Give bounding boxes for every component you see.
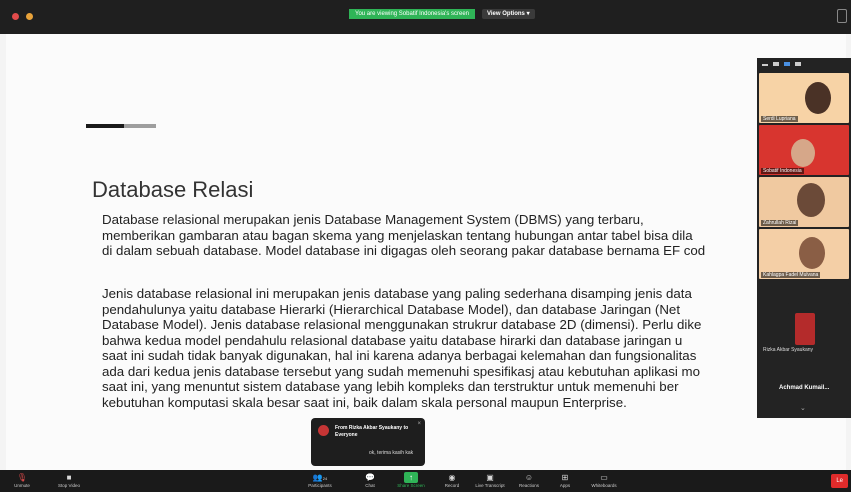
apps-button[interactable]: ⊞ Apps (545, 472, 585, 488)
stop-video-button[interactable]: ■ Stop Video (49, 472, 89, 488)
live-transcript-button[interactable]: ▣ Live Transcript (470, 472, 510, 488)
top-bar: You are viewing Sobatif Indonesia's scre… (0, 0, 851, 34)
gallery-grid-icon[interactable] (795, 62, 801, 66)
participant-video (805, 82, 831, 114)
slide-title: Database Relasi (92, 177, 254, 202)
participant-gallery: Serdi Lupriana Sobatif Indonesia Zahrull… (757, 58, 851, 418)
participant-video (797, 183, 825, 217)
slide-line: Jenis database relasional ini merupakan … (102, 286, 692, 301)
more-participants-label[interactable]: Achmad Kumail... (779, 385, 829, 391)
microphone-muted-icon: 🎙 (16, 473, 28, 482)
slide-line: di dalam sebuah database. Model database… (102, 243, 706, 258)
video-camera-icon: ■ (66, 473, 72, 482)
gallery-minimize-icon[interactable] (762, 64, 768, 66)
whiteboard-icon: ▭ (600, 473, 608, 482)
share-screen-icon: ↑ (404, 472, 418, 483)
gallery-strip-icon[interactable] (773, 62, 779, 66)
slide-line: saat ini, yang menuntut sistem database … (102, 379, 679, 394)
window-shield-icon (26, 13, 33, 20)
sender-avatar (318, 425, 329, 436)
slide-accent-gray (124, 124, 156, 128)
participants-button[interactable]: 👥24 Participants (300, 472, 340, 488)
unmute-button[interactable]: 🎙 Unmute (2, 472, 42, 488)
gallery-toolbar (757, 58, 851, 72)
slide-line: Database Model). Jenis database relasion… (102, 317, 702, 332)
participant-video (799, 237, 825, 269)
slide-paragraph-1: Database relasional merupakan jenis Data… (102, 212, 812, 259)
record-button[interactable]: ◉ Record (432, 472, 472, 488)
leave-button[interactable]: Le (831, 474, 848, 488)
window-close-control[interactable] (12, 13, 19, 20)
chat-notification[interactable]: From Rizka Akbar Syaukany to Everyone ok… (311, 418, 425, 466)
chat-message: ok, terima kasih kak (369, 450, 414, 456)
gallery-scroll-down-icon[interactable]: ⌄ (800, 404, 806, 412)
participant-tile[interactable]: Serdi Lupriana (759, 73, 849, 123)
participant-name: Sobatif Indonesia (761, 168, 804, 174)
participant-avatar (795, 313, 815, 345)
reactions-button[interactable]: ☺ Reactions (509, 472, 549, 488)
share-screen-button[interactable]: ↑ Share Screen (391, 472, 431, 488)
participant-name: Zahrullah Rizal (761, 220, 799, 226)
participants-icon: 👥24 (312, 473, 328, 482)
participant-name: Kahlagpa Fadel Mulvana (761, 272, 821, 278)
participant-tile[interactable]: Sobatif Indonesia (759, 125, 849, 175)
record-icon: ◉ (448, 473, 456, 482)
participants-count: 24 (322, 476, 328, 481)
window-resize-control[interactable] (837, 9, 847, 23)
slide-line: memberikan gambaran atau bagan skema yan… (102, 227, 693, 243)
chat-close-icon[interactable]: × (417, 421, 421, 427)
participant-tile[interactable]: Kahlagpa Fadel Mulvana (759, 229, 849, 279)
slide-line: saat ini sudah tidak banyak digunakan, h… (102, 348, 697, 363)
slide-line: bahwa kedua model pendahulu relasional d… (102, 332, 683, 348)
slide-line: Database relasional merupakan jenis Data… (102, 212, 644, 227)
slide-accent-dark (86, 124, 124, 128)
participant-tile[interactable]: Rizka Akbar Syaukany (759, 303, 849, 361)
screen-share-banner: You are viewing Sobatif Indonesia's scre… (349, 9, 475, 19)
participant-tile[interactable]: Zahrullah Rizal (759, 177, 849, 227)
shared-slide: Database Relasi Database relasional meru… (6, 34, 846, 470)
chat-icon: 💬 (365, 473, 375, 482)
chat-sender: From Rizka Akbar Syaukany to Everyone (335, 425, 409, 438)
slide-line: ada dari kedua jenis database tersebut y… (102, 363, 701, 379)
gallery-speaker-view-icon[interactable] (784, 62, 790, 66)
chat-button[interactable]: 💬 Chat (350, 472, 390, 488)
participant-name: Serdi Lupriana (761, 116, 798, 122)
whiteboards-button[interactable]: ▭ Whiteboards (584, 472, 624, 488)
smiley-icon: ☺ (524, 473, 534, 482)
slide-paragraph-2: Jenis database relasional ini merupakan … (102, 286, 812, 410)
slide-line: pendahulunya yaitu database Hierarki (Hi… (102, 301, 681, 317)
participant-name: Rizka Akbar Syaukany (763, 347, 814, 353)
cc-icon: ▣ (486, 473, 494, 482)
participant-video (791, 139, 815, 167)
slide-line: kebutuhan komputasi skala besar saat ini… (102, 394, 627, 410)
apps-icon: ⊞ (561, 473, 569, 482)
view-options-button[interactable]: View Options ▾ (482, 9, 535, 19)
meeting-toolbar: 🎙 Unmute ■ Stop Video 👥24 Participants 💬… (0, 470, 851, 492)
